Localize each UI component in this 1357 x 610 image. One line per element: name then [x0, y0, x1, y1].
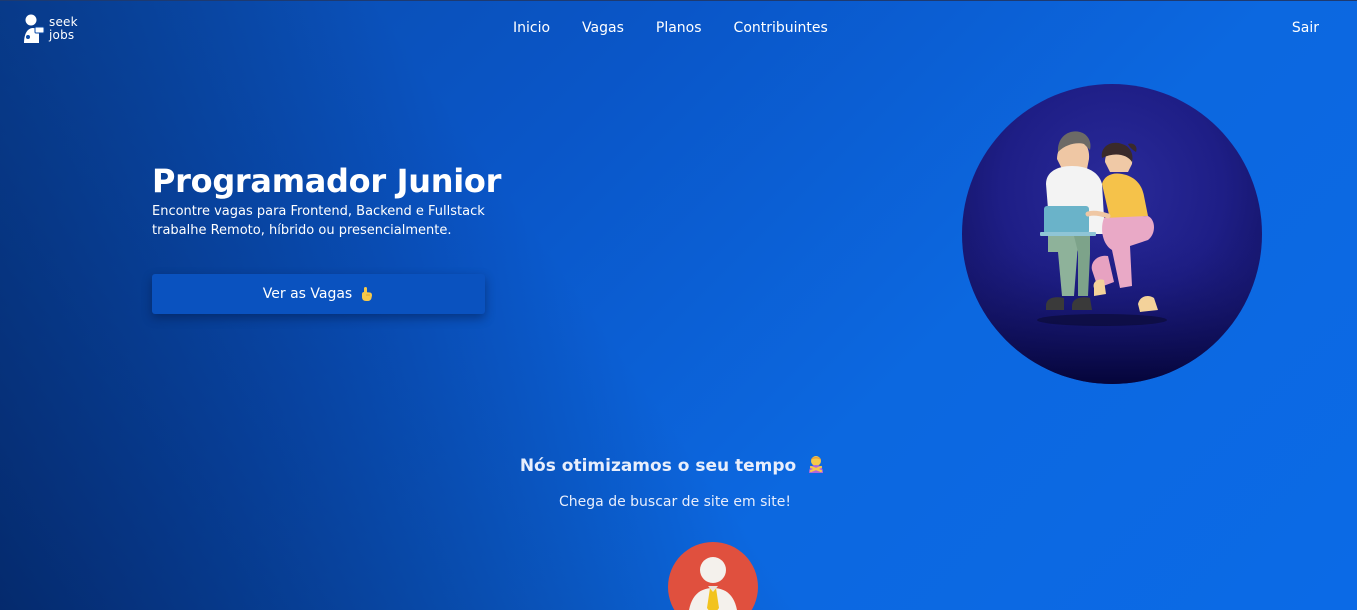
hero-subtitle: Encontre vagas para Frontend, Backend e … — [152, 202, 532, 240]
nav-link-inicio[interactable]: Inicio — [513, 19, 550, 37]
nav-link-contribuintes[interactable]: Contribuintes — [734, 19, 828, 37]
logo-text-line2: jobs — [49, 28, 75, 42]
hero-subtitle-line1: Encontre vagas para Frontend, Backend e … — [152, 204, 485, 219]
see-jobs-button-label: Ver as Vagas — [262, 286, 353, 302]
section-subtitle: Chega de buscar de site em site! — [559, 494, 791, 510]
person-gesturing-no-icon — [809, 456, 824, 473]
nav-link-planos[interactable]: Planos — [656, 19, 702, 37]
hero-title: Programador Junior — [152, 162, 502, 200]
nav-link-vagas[interactable]: Vagas — [582, 19, 624, 37]
feature-avatar — [668, 542, 758, 610]
section-title: Nós otimizamos o seu tempo — [0, 454, 1346, 478]
logo-text: seek jobs — [49, 16, 78, 42]
top-navbar: seek jobs Inicio Vagas Planos Contribuin… — [0, 0, 1357, 56]
hero-subtitle-line2: trabalhe Remoto, híbrido ou presencialme… — [152, 223, 452, 238]
brand-logo[interactable]: seek jobs — [22, 12, 78, 46]
hero-illustration — [962, 84, 1262, 384]
see-jobs-button[interactable]: Ver as Vagas — [152, 274, 485, 314]
section-title-text: Nós otimizamos o seu tempo — [519, 456, 797, 476]
nav-links: Inicio Vagas Planos Contribuintes — [513, 19, 860, 37]
pointing-hand-icon — [362, 287, 373, 301]
couple-laptop-illustration — [962, 131, 1262, 384]
logo-mark-icon — [24, 14, 45, 43]
logout-link[interactable]: Sair — [1292, 19, 1319, 37]
businessman-icon — [689, 557, 737, 610]
